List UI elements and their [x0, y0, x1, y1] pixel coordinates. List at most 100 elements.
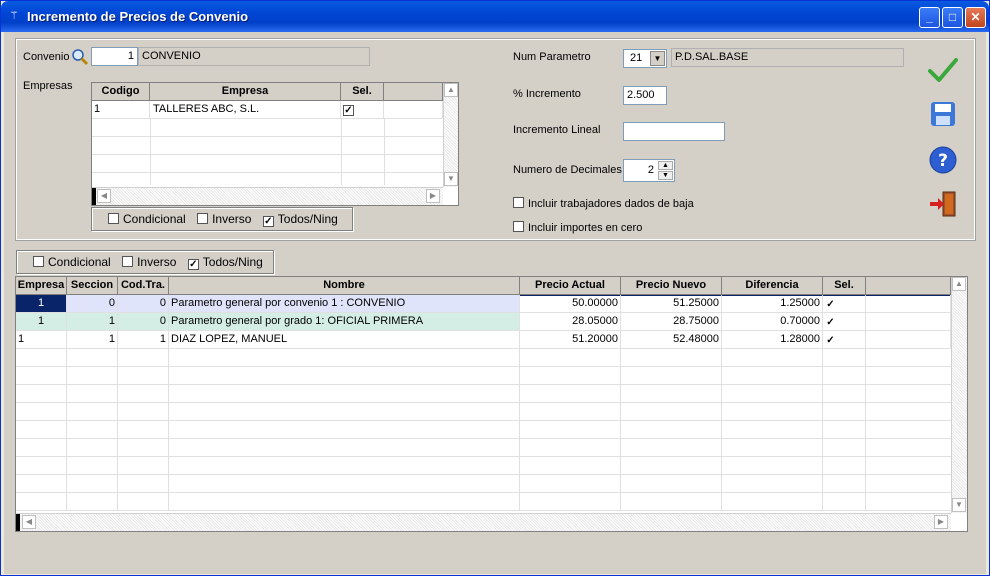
cell-sel[interactable]: ✓	[823, 295, 866, 313]
cell-seccion: 1	[67, 313, 118, 331]
todos-ning-checkbox[interactable]: ✓ Todos/Ning	[187, 255, 263, 270]
inverso-checkbox[interactable]: Inverso	[197, 212, 251, 226]
condicional-checkbox[interactable]: Condicional	[108, 212, 186, 226]
app-icon: ⚚	[9, 10, 19, 22]
table-row[interactable]: 1 1 0 Parametro general por grado 1: OFI…	[16, 313, 951, 331]
vertical-scrollbar[interactable]: ▲ ▼	[951, 277, 967, 513]
convenio-label: Convenio	[23, 51, 70, 63]
col-line	[620, 349, 621, 511]
cell-empresa: 1	[16, 295, 67, 313]
cell-nombre: DIAZ LOPEZ, MANUEL	[169, 331, 520, 349]
decimales-stepper[interactable]: 2 ▲ ▼	[623, 159, 675, 182]
col-line	[384, 119, 385, 185]
cell-empty	[866, 295, 951, 313]
main-options-group: Condicional Inverso ✓ Todos/Ning	[16, 250, 274, 274]
condicional-checkbox[interactable]: Condicional	[33, 255, 111, 269]
col-header-seccion[interactable]: Seccion	[67, 277, 118, 295]
col-line	[865, 349, 866, 511]
sel-checkbox[interactable]: ✓	[825, 336, 836, 347]
cell-nombre: Parametro general por convenio 1 : CONVE…	[169, 295, 520, 313]
cell-diferencia: 1.25000	[722, 295, 823, 313]
cell-codtra: 1	[118, 331, 169, 349]
cell-precio-nuevo: 52.48000	[621, 331, 722, 349]
checkmark-icon[interactable]	[926, 53, 960, 87]
col-header-empresa[interactable]: Empresa	[16, 277, 67, 295]
stepper-down-icon[interactable]: ▼	[658, 171, 673, 180]
row-indicator	[16, 514, 20, 531]
cell-sel[interactable]: ✓	[823, 331, 866, 349]
scroll-left-icon[interactable]: ◀	[22, 515, 36, 529]
chevron-down-icon[interactable]: ▼	[650, 51, 665, 66]
incremento-label: % Incremento	[513, 88, 581, 100]
todos-ning-checkbox[interactable]: ✓ Todos/Ning	[262, 212, 338, 227]
app-window: ⚚ Incremento de Precios de Convenio _ □ …	[0, 0, 990, 576]
minimize-button[interactable]: _	[919, 7, 940, 28]
col-line	[341, 119, 342, 185]
empresas-grid: Codigo Empresa Sel. 1 TALLERES ABC, S.L.…	[91, 82, 459, 206]
num-parametro-desc-field: P.D.SAL.BASE	[671, 48, 904, 67]
search-icon[interactable]	[71, 48, 89, 66]
table-row[interactable]: 1 0 0 Parametro general por convenio 1 :…	[16, 295, 951, 313]
incluir-baja-checkbox[interactable]: Incluir trabajadores dados de baja	[513, 197, 694, 210]
horizontal-scrollbar[interactable]: ◀ ▶	[16, 513, 951, 531]
col-header-empresa[interactable]: Empresa	[150, 83, 341, 101]
exit-door-icon[interactable]	[926, 187, 960, 221]
col-header-precio-nuevo[interactable]: Precio Nuevo	[621, 277, 722, 295]
cell-empresa: 1	[16, 313, 67, 331]
cell-codtra: 0	[118, 295, 169, 313]
incluir-cero-checkbox[interactable]: Incluir importes en cero	[513, 221, 642, 234]
cell-empty	[866, 313, 951, 331]
scroll-up-icon[interactable]: ▲	[952, 277, 966, 291]
stepper-up-icon[interactable]: ▲	[658, 161, 673, 170]
window-body: Convenio 1 CONVENIO Empresas Codigo Empr…	[4, 32, 986, 574]
col-header-nombre[interactable]: Nombre	[169, 277, 520, 295]
cell-seccion: 0	[67, 295, 118, 313]
cell-empty	[384, 101, 443, 119]
cell-sel[interactable]: ✓	[341, 101, 384, 119]
title-bar[interactable]: ⚚ Incremento de Precios de Convenio _ □ …	[1, 1, 989, 32]
scroll-right-icon[interactable]: ▶	[426, 189, 440, 203]
help-icon[interactable]: ?	[926, 143, 960, 177]
col-line	[721, 349, 722, 511]
scroll-down-icon[interactable]: ▼	[444, 172, 458, 186]
col-header-codigo[interactable]: Codigo	[92, 83, 150, 101]
incremento-input[interactable]: 2.500	[623, 86, 667, 105]
cell-sel[interactable]: ✓	[823, 313, 866, 331]
incremento-lineal-label: Incremento Lineal	[513, 124, 601, 136]
col-header-sel[interactable]: Sel.	[823, 277, 866, 295]
incremento-lineal-input[interactable]	[623, 122, 725, 141]
col-header-sel[interactable]: Sel.	[341, 83, 384, 101]
col-header-diferencia[interactable]: Diferencia	[722, 277, 823, 295]
convenio-name-field: CONVENIO	[138, 47, 370, 66]
empresas-label: Empresas	[23, 80, 73, 92]
empresas-options-group: Condicional Inverso ✓ Todos/Ning	[91, 207, 353, 231]
horizontal-scrollbar[interactable]: ◀ ▶	[92, 187, 443, 205]
col-header-precio-actual[interactable]: Precio Actual	[520, 277, 621, 295]
empty-rows	[16, 349, 951, 511]
window-title: Incremento de Precios de Convenio	[27, 9, 249, 24]
table-row[interactable]: 1 1 1 DIAZ LOPEZ, MANUEL 51.20000 52.480…	[16, 331, 951, 349]
scroll-left-icon[interactable]: ◀	[97, 189, 111, 203]
num-parametro-select[interactable]: 21 ▼	[623, 49, 667, 68]
cell-precio-actual: 50.00000	[520, 295, 621, 313]
sel-checkbox[interactable]: ✓	[825, 300, 836, 311]
cell-codigo: 1	[92, 101, 150, 119]
convenio-code-input[interactable]: 1	[91, 47, 138, 66]
maximize-button[interactable]: □	[942, 7, 963, 28]
sel-checkbox[interactable]: ✓	[343, 105, 354, 116]
cell-empresa: TALLERES ABC, S.L.	[150, 101, 341, 119]
vertical-scrollbar[interactable]: ▲ ▼	[443, 83, 458, 187]
cell-codtra: 0	[118, 313, 169, 331]
sel-checkbox[interactable]: ✓	[825, 318, 836, 329]
scroll-down-icon[interactable]: ▼	[952, 498, 966, 512]
close-button[interactable]: ✕	[965, 7, 986, 28]
cell-precio-actual: 51.20000	[520, 331, 621, 349]
scroll-up-icon[interactable]: ▲	[444, 83, 458, 97]
row-indicator	[92, 188, 96, 205]
inverso-checkbox[interactable]: Inverso	[122, 255, 176, 269]
save-icon[interactable]	[926, 97, 960, 131]
cell-precio-actual: 28.05000	[520, 313, 621, 331]
scroll-right-icon[interactable]: ▶	[934, 515, 948, 529]
main-grid: Empresa Seccion Cod.Tra. Nombre Precio A…	[15, 276, 968, 532]
col-header-codtra[interactable]: Cod.Tra.	[118, 277, 169, 295]
